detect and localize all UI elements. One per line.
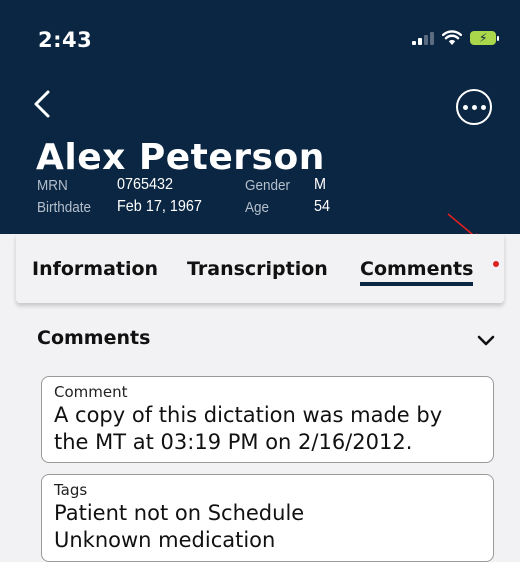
notification-dot — [493, 261, 499, 267]
section-title: Comments — [37, 327, 151, 349]
wifi-icon — [442, 30, 462, 45]
battery-charging-icon: ⚡ — [470, 31, 499, 45]
comment-field[interactable]: Comment A copy of this dictation was mad… — [41, 376, 494, 463]
age-label: Age — [245, 199, 270, 216]
chevron-left-icon[interactable] — [28, 84, 58, 124]
comment-label: Comment — [54, 383, 128, 401]
birthdate-value: Feb 17, 1967 — [117, 198, 202, 215]
mrn-label: MRN — [37, 177, 68, 194]
birthdate-label: Birthdate — [37, 199, 92, 216]
gender-value: M — [314, 176, 326, 193]
age-value: 54 — [314, 198, 331, 215]
tab-transcription[interactable]: Transcription — [187, 258, 328, 280]
status-time: 2:43 — [38, 28, 93, 52]
tags-field[interactable]: Tags Patient not on Schedule Unknown med… — [41, 474, 494, 562]
signal-icon — [412, 31, 434, 45]
chevron-down-icon[interactable] — [474, 330, 498, 350]
mrn-value: 0765432 — [117, 176, 174, 193]
tags-label: Tags — [54, 481, 88, 499]
gender-label: Gender — [245, 177, 291, 194]
patient-header: 2:43 ⚡ Alex Peterson MRN 0765432 Gender … — [0, 0, 520, 234]
comment-value[interactable]: A copy of this dictation was made by the… — [54, 402, 481, 456]
tab-information[interactable]: Information — [32, 258, 158, 280]
tags-value[interactable]: Patient not on Schedule Unknown medicati… — [54, 500, 481, 554]
more-circle-icon[interactable] — [456, 89, 492, 125]
patient-name: Alex Peterson — [36, 137, 325, 178]
tab-bar: Information Transcription Comments — [16, 234, 504, 303]
tab-comments[interactable]: Comments — [360, 258, 474, 286]
status-icons: ⚡ — [412, 30, 499, 46]
